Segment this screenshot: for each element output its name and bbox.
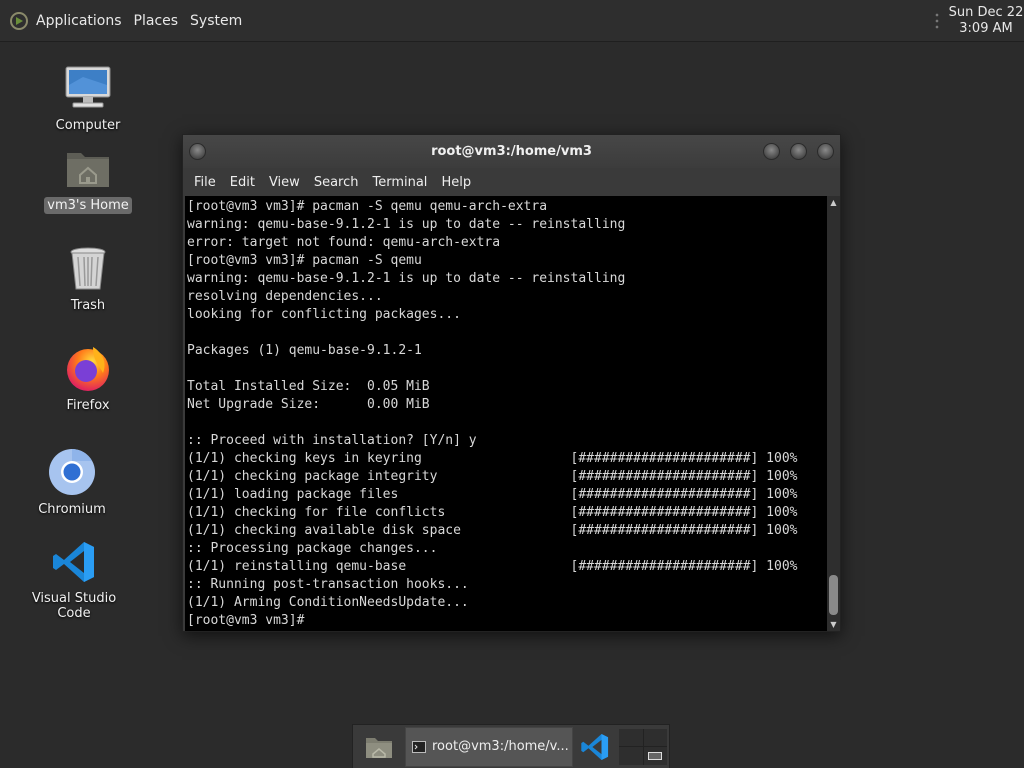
places-menu[interactable]: Places [128,0,185,42]
trash-icon [62,242,114,294]
desktop-icon-label: Computer [55,118,121,133]
terminal-line: warning: qemu-base-9.1.2-1 is up to date… [187,217,626,232]
minimize-button[interactable] [763,143,780,160]
panel-grip-handle[interactable] [934,12,940,30]
menu-file[interactable]: File [187,175,223,190]
desktop-icon-label: Chromium [38,502,106,517]
window-title: root@vm3:/home/vm3 [431,144,592,159]
system-menu[interactable]: System [184,0,248,42]
terminal-line: (1/1) Arming ConditionNeedsUpdate... [187,595,469,610]
terminal-window[interactable]: root@vm3:/home/vm3 File Edit View Search… [182,134,841,632]
menu-view[interactable]: View [262,175,307,190]
taskbar-vscode-launcher[interactable] [573,725,617,768]
scroll-up-arrow-icon[interactable]: ▲ [827,196,840,209]
workspace-4[interactable] [643,747,667,765]
clock-time: 3:09 AM [959,21,1013,36]
terminal-line: warning: qemu-base-9.1.2-1 is up to date… [187,271,626,286]
terminal-line: (1/1) checking available disk space [###… [187,523,798,538]
vscode-icon [581,733,609,760]
top-panel: Applications Places System Sun Dec 22 3:… [0,0,1024,42]
terminal-line: error: target not found: qemu-arch-extra [187,235,501,250]
terminal-line: [root@vm3 vm3]# [187,613,305,628]
taskbar-terminal-task[interactable]: root@vm3:/home/v... [405,726,573,767]
desktop-icon-home[interactable]: vm3's Home [28,142,148,214]
clock-date: Sun Dec 22 [948,5,1024,20]
terminal-text[interactable]: [root@vm3 vm3]# pacman -S qemu qemu-arch… [187,198,827,628]
terminal-line: (1/1) checking for file conflicts [#####… [187,505,798,520]
window-menu-button[interactable] [189,143,206,160]
vscode-icon [48,536,100,588]
file-manager-icon [366,737,392,758]
terminal-line: :: Proceed with installation? [Y/n] y [187,433,477,448]
terminal-line: Packages (1) qemu-base-9.1.2-1 [187,343,422,358]
workspace-window-thumb [648,751,663,760]
terminal-scrollbar[interactable]: ▲ ▼ [827,196,840,631]
taskbar-task-label: root@vm3:/home/v... [432,739,569,754]
desktop-icon-firefox[interactable]: Firefox [28,342,148,414]
window-titlebar[interactable]: root@vm3:/home/vm3 [183,135,840,168]
computer-icon [62,62,114,114]
workspace-2[interactable] [643,728,667,746]
terminal-line: looking for conflicting packages... [187,307,461,322]
terminal-line: resolving dependencies... [187,289,383,304]
desktop-icon-label: Firefox [66,398,110,413]
bottom-taskbar: root@vm3:/home/v... [352,724,670,768]
scrollbar-thumb[interactable] [829,575,838,615]
workspace-1[interactable] [619,728,643,746]
terminal-menubar: File Edit View Search Terminal Help [183,168,840,196]
desktop-icon-label: vm3's Home [44,197,132,214]
terminal-line: [root@vm3 vm3]# pacman -S qemu qemu-arch… [187,199,548,214]
menu-terminal[interactable]: Terminal [365,175,434,190]
terminal-line: :: Processing package changes... [187,541,438,556]
terminal-line: [root@vm3 vm3]# pacman -S qemu [187,253,422,268]
terminal-line: (1/1) checking keys in keyring [########… [187,451,798,466]
workspace-switcher[interactable] [619,728,667,765]
desktop-icon-vscode[interactable]: Visual Studio Code [14,536,134,622]
desktop-icon-computer[interactable]: Computer [28,62,148,134]
desktop-icon-trash[interactable]: Trash [28,242,148,314]
terminal-line: Total Installed Size: 0.05 MiB [187,379,430,394]
terminal-output-area[interactable]: [root@vm3 vm3]# pacman -S qemu qemu-arch… [185,196,840,631]
workspace-3[interactable] [619,747,643,765]
terminal-line: (1/1) checking package integrity [######… [187,469,798,484]
terminal-line: Net Upgrade Size: 0.00 MiB [187,397,430,412]
chromium-icon [46,446,98,498]
menu-edit[interactable]: Edit [223,175,262,190]
desktop-icon-label: Visual Studio Code [31,591,117,621]
scroll-down-arrow-icon[interactable]: ▼ [827,618,840,631]
clock[interactable]: Sun Dec 22 3:09 AM [948,5,1024,37]
terminal-line: (1/1) reinstalling qemu-base [##########… [187,559,798,574]
desktop-icon-chromium[interactable]: Chromium [12,446,132,518]
show-desktop-button[interactable] [353,725,405,768]
terminal-line: :: Running post-transaction hooks... [187,577,469,592]
menu-help[interactable]: Help [434,175,478,190]
close-button[interactable] [817,143,834,160]
menu-search[interactable]: Search [307,175,366,190]
applications-menu-icon[interactable] [8,10,30,32]
terminal-icon [412,740,426,753]
home-folder-icon [62,142,114,194]
firefox-icon [62,342,114,394]
desktop-icon-label: Trash [70,298,106,313]
terminal-line: (1/1) loading package files [###########… [187,487,798,502]
applications-menu[interactable]: Applications [30,0,128,42]
maximize-button[interactable] [790,143,807,160]
